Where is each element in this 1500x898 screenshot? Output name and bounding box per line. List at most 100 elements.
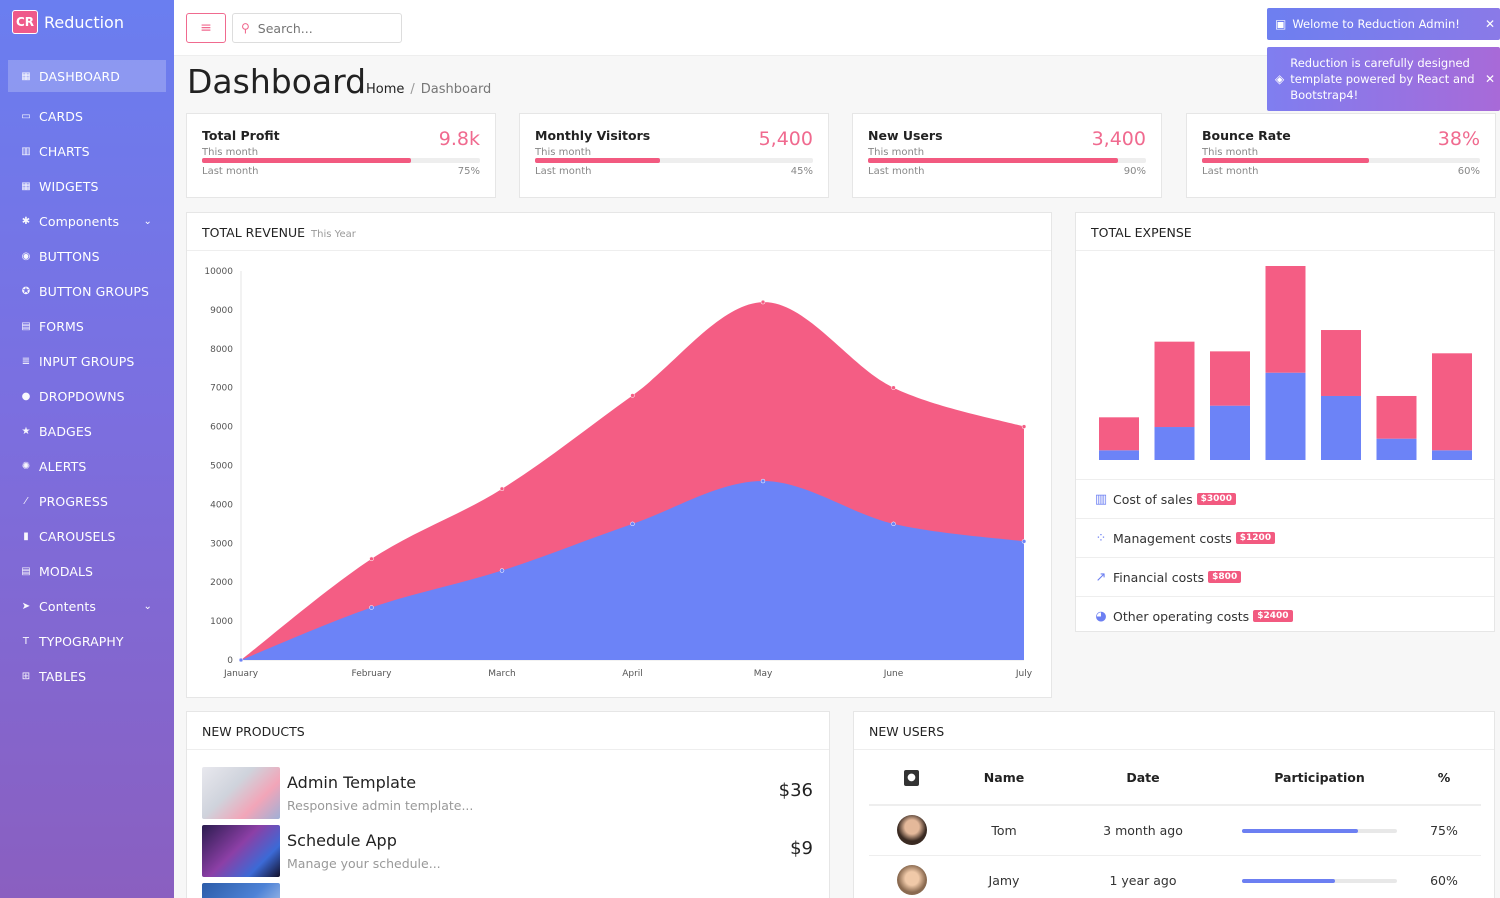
y-tick-label: 4000 xyxy=(210,500,233,510)
stat-foot: Last month 45% xyxy=(535,166,813,177)
data-point xyxy=(499,568,505,573)
list-icon: ≣ xyxy=(21,356,31,367)
progress-icon: ⁄ xyxy=(25,496,27,507)
stat-card: Bounce Rate 38% This month Last month 60… xyxy=(1186,113,1496,198)
stat-progress-bar xyxy=(1202,158,1480,163)
sidebar-item-dropdowns[interactable]: ● DROPDOWNS xyxy=(0,379,174,414)
products-panel: NEW PRODUCTS Admin Template Responsive a… xyxy=(186,711,830,898)
close-icon[interactable]: ✕ xyxy=(1480,17,1500,31)
stat-progress-bar xyxy=(202,158,480,163)
sidebar-item-charts[interactable]: ▥ CHARTS xyxy=(0,134,174,169)
data-point xyxy=(499,486,505,492)
column-name: Name xyxy=(954,750,1054,806)
stat-value: 38% xyxy=(1437,128,1480,150)
product-price: $36 xyxy=(778,780,813,801)
user-percent: 60% xyxy=(1407,855,1481,898)
breadcrumb-current: Dashboard xyxy=(420,82,492,97)
widgets-icon: ▦ xyxy=(21,181,31,192)
card-icon: ▭ xyxy=(21,111,31,122)
bar-segment xyxy=(1376,395,1417,439)
product-item[interactable]: Admin Template Responsive admin template… xyxy=(187,764,829,822)
users-header: NEW USERS xyxy=(854,712,1494,750)
user-name: Tom xyxy=(954,805,1054,856)
data-point xyxy=(1021,424,1027,429)
user-name: Jamy xyxy=(954,855,1054,898)
sidebar-item-alerts[interactable]: ✺ ALERTS xyxy=(0,449,174,484)
sidebar-item-badges[interactable]: ★ BADGES xyxy=(0,414,174,449)
search-input[interactable] xyxy=(257,20,388,36)
x-tick-label: May xyxy=(754,669,773,679)
products-header: NEW PRODUCTS xyxy=(187,712,829,750)
product-name: Admin Template xyxy=(287,773,417,792)
menu-toggle-button[interactable]: ≡ xyxy=(186,13,226,43)
breadcrumb-home[interactable]: Home xyxy=(366,82,404,97)
page-title: Dashboard xyxy=(187,62,367,101)
expense-badge: $3000 xyxy=(1196,493,1236,505)
revenue-header: TOTAL REVENUE This Year xyxy=(187,213,1051,251)
sidebar-item-label: BADGES xyxy=(39,424,92,439)
stat-foot-label: Last month xyxy=(1202,166,1259,177)
sidebar-item-forms[interactable]: ▤ FORMS xyxy=(0,309,174,344)
bell-icon: ✺ xyxy=(21,461,31,472)
sidebar-item-progress[interactable]: ⁄ PROGRESS xyxy=(0,484,174,519)
x-tick-label: July xyxy=(1015,669,1033,679)
product-item[interactable]: Chat App xyxy=(187,880,829,898)
bar-segment xyxy=(1321,330,1361,396)
expense-row: ▥ Cost of sales $3000 xyxy=(1076,479,1494,518)
monitor-icon: ▣ xyxy=(1275,17,1287,31)
stat-progress-fill xyxy=(202,158,411,163)
y-tick-label: 10000 xyxy=(204,267,233,277)
bar-segment xyxy=(1099,450,1139,460)
sidebar-item-label: INPUT GROUPS xyxy=(39,354,135,369)
grid-icon: ▦ xyxy=(21,70,31,82)
x-tick-label: February xyxy=(352,669,393,679)
sidebar-item-label: Components xyxy=(39,214,120,229)
expense-bar-chart xyxy=(1099,266,1472,460)
group-icon: ✪ xyxy=(21,286,31,297)
puzzle-icon: ✱ xyxy=(21,216,31,227)
sidebar-item-contents[interactable]: ➤ Contents ⌄ xyxy=(0,589,174,624)
brand[interactable]: CR Reduction xyxy=(0,0,174,44)
sidebar-item-carousels[interactable]: ▮ CAROUSELS xyxy=(0,519,174,554)
stat-value: 9.8k xyxy=(438,128,480,150)
table-row[interactable]: Jamy 1 year ago 60% xyxy=(869,855,1481,898)
stat-progress-fill xyxy=(1202,158,1369,163)
trend-icon: ↗ xyxy=(1095,569,1107,585)
stat-foot-percent: 90% xyxy=(1123,166,1146,177)
sidebar-item-modals[interactable]: ▤ MODALS xyxy=(0,554,174,589)
sidebar-item-input-groups[interactable]: ≣ INPUT GROUPS xyxy=(0,344,174,379)
x-tick-label: March xyxy=(488,669,515,679)
sidebar-item-tables[interactable]: ⊞ TABLES xyxy=(0,659,174,694)
sidebar-item-label: CHARTS xyxy=(39,144,90,159)
text-icon: T xyxy=(22,636,30,647)
users-table-header: ● Name Date Participation % xyxy=(869,750,1481,806)
bar-segment xyxy=(1432,353,1472,451)
sidebar-item-cards[interactable]: ▭ CARDS xyxy=(0,99,174,134)
sidebar-item-label: MODALS xyxy=(39,564,94,579)
sidebar-item-components[interactable]: ✱ Components ⌄ xyxy=(0,204,174,239)
bar-segment xyxy=(1432,450,1472,460)
sidebar-item-typography[interactable]: T TYPOGRAPHY xyxy=(0,624,174,659)
products-title: NEW PRODUCTS xyxy=(202,724,305,739)
users-panel: NEW USERS ● Name Date Participation % To… xyxy=(853,711,1495,898)
table-row[interactable]: Tom 3 month ago 75% xyxy=(869,805,1481,856)
bar-segment xyxy=(1376,438,1417,460)
sidebar-item-dashboard[interactable]: ▦ DASHBOARD xyxy=(8,60,166,92)
expense-header: TOTAL EXPENSE xyxy=(1076,213,1494,251)
sidebar-item-buttons[interactable]: ◉ BUTTONS xyxy=(0,239,174,274)
close-icon[interactable]: ✕ xyxy=(1480,72,1500,86)
bar-segment xyxy=(1154,341,1195,428)
expense-label: Management costs xyxy=(1113,530,1232,546)
stat-value: 3,400 xyxy=(1091,128,1146,150)
sidebar-nav: ▦ DASHBOARD ▭ CARDS ▥ CHARTS ▦ WIDGETS ✱ Componen… xyxy=(0,60,174,694)
hamburger-icon: ≡ xyxy=(200,20,212,36)
stat-card: Total Profit 9.8k This month Last month … xyxy=(186,113,496,198)
data-point xyxy=(1021,539,1027,544)
y-tick-label: 9000 xyxy=(210,306,233,316)
search-box[interactable]: ⚲ xyxy=(232,13,402,43)
sidebar-item-widgets[interactable]: ▦ WIDGETS xyxy=(0,169,174,204)
sidebar-item-button-groups[interactable]: ✪ BUTTON GROUPS xyxy=(0,274,174,309)
stat-card: New Users 3,400 This month Last month 90… xyxy=(852,113,1162,198)
product-item[interactable]: Schedule App Manage your schedule... $9 xyxy=(187,822,829,880)
toast-text: Reduction is carefully designed template… xyxy=(1290,56,1475,102)
